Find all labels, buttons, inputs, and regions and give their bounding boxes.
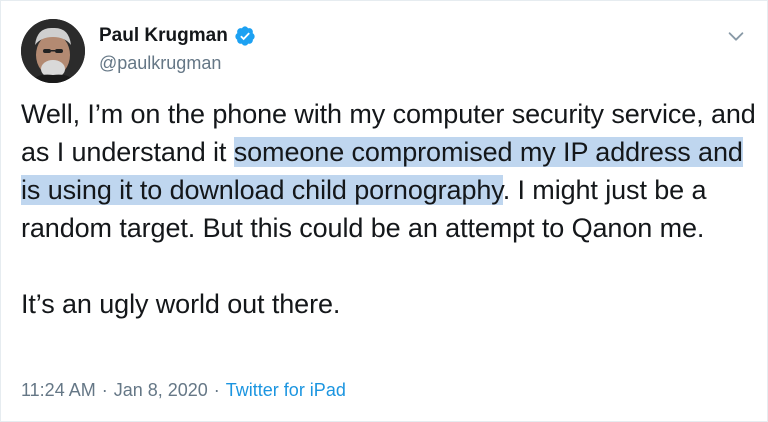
avatar[interactable] <box>21 19 85 83</box>
author-name[interactable]: Paul Krugman <box>99 25 228 47</box>
meta-separator: · <box>101 380 108 400</box>
tweet-meta: 11:24 AM · Jan 8, 2020 · Twitter for iPa… <box>21 380 346 401</box>
tweet-paragraph-2: It’s an ugly world out there. <box>21 289 341 319</box>
tweet-date[interactable]: Jan 8, 2020 <box>114 380 208 401</box>
meta-separator-2: · <box>213 380 220 400</box>
avatar-image <box>21 19 85 83</box>
author-row: Paul Krugman <box>99 25 256 47</box>
tweet-card: Paul Krugman @paulkrugman Well, I’m on t… <box>0 0 768 422</box>
tweet-paragraph: Well, I’m on the phone with my computer … <box>21 95 761 247</box>
author-handle[interactable]: @paulkrugman <box>99 53 221 74</box>
tweet-text: Well, I’m on the phone with my computer … <box>21 95 761 323</box>
verified-badge-icon <box>235 26 255 46</box>
tweet-source-link[interactable]: Twitter for iPad <box>226 380 346 401</box>
chevron-down-icon[interactable] <box>725 25 747 47</box>
tweet-time[interactable]: 11:24 AM <box>21 380 96 401</box>
